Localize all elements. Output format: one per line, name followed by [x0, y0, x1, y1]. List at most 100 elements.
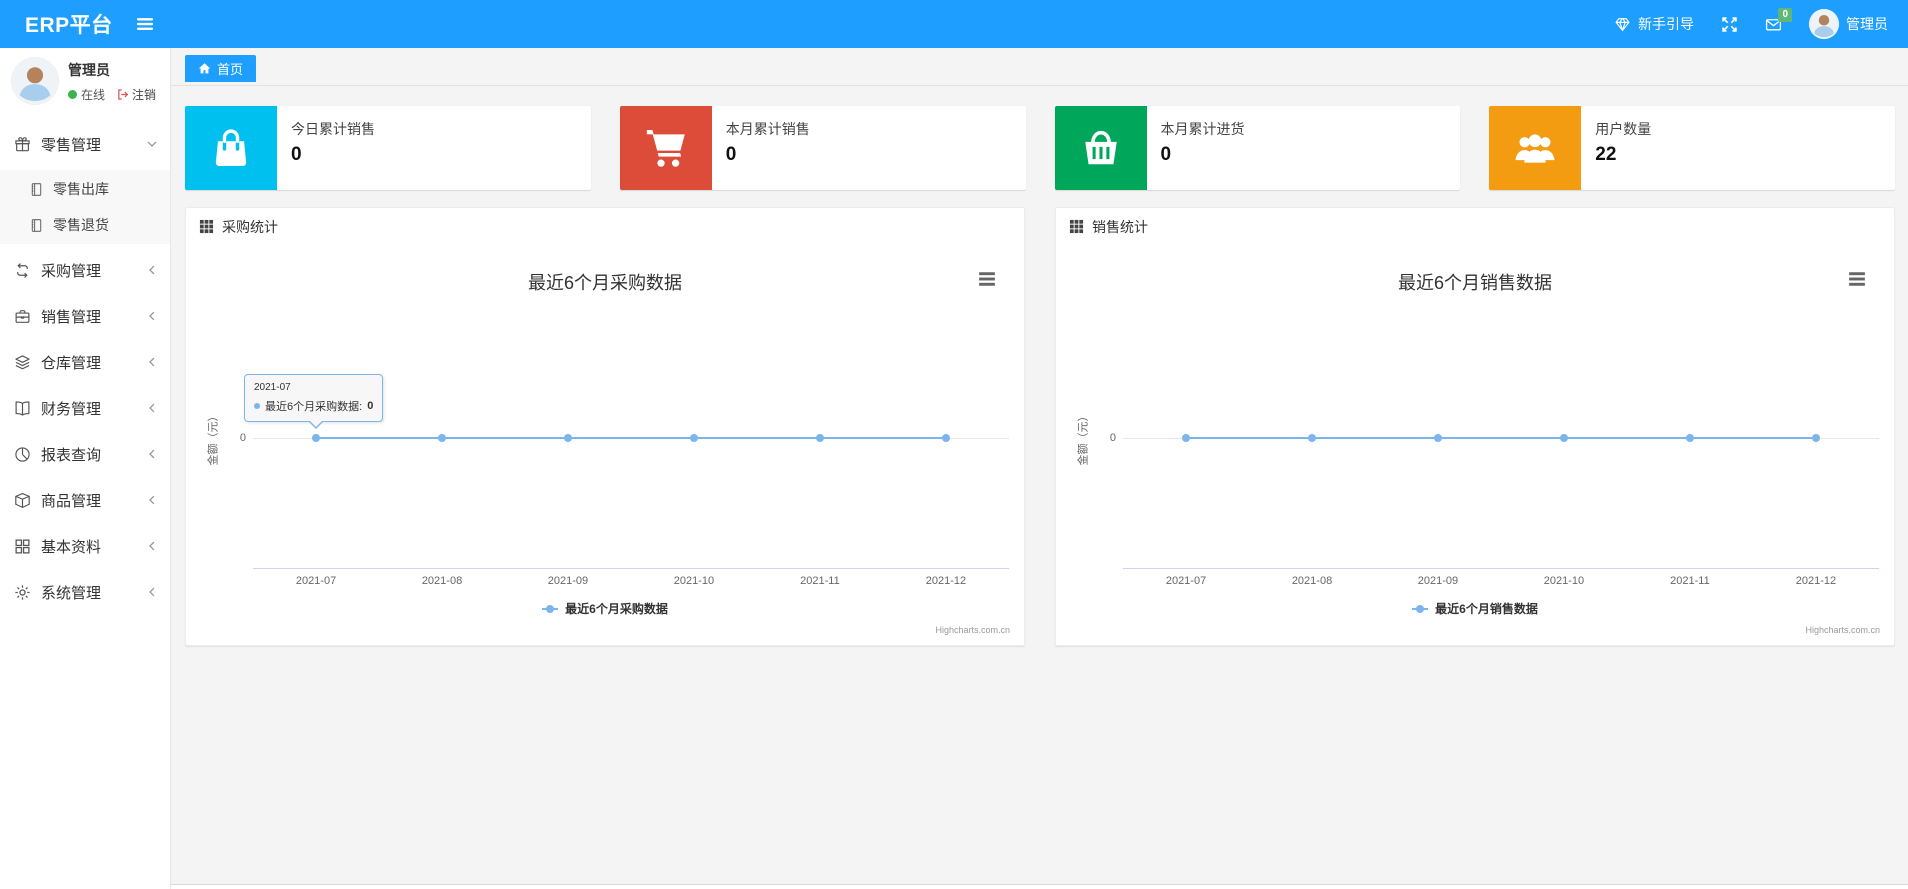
chart-credits[interactable]: Highcharts.com.cn	[935, 625, 1010, 635]
x-axis-line	[1123, 568, 1879, 569]
y-axis-tick: 0	[239, 432, 246, 444]
pie-chart-icon	[14, 446, 31, 463]
data-point-marker[interactable]	[438, 434, 446, 442]
data-point-marker[interactable]	[1685, 434, 1694, 442]
sidebar-submenu: 零售出库 零售退货	[0, 170, 170, 244]
tab-home[interactable]: 首页	[185, 55, 257, 82]
user-menu[interactable]: 管理员	[1809, 9, 1888, 39]
sidebar-subitem-label: 零售出库	[53, 181, 109, 197]
page-content: 今日累计销售 0 本月累计销售 0 本月累计进货 0 用户数量 22 采购统计 最近6个月采购数…	[171, 86, 1908, 646]
stat-card-label: 今日累计销售	[291, 121, 375, 137]
stat-card-value: 0	[725, 144, 737, 165]
sidebar-toggle-icon[interactable]	[135, 14, 155, 34]
tooltip-series-dot	[254, 403, 260, 409]
data-point-marker[interactable]	[1308, 434, 1316, 442]
data-point-marker[interactable]	[1811, 434, 1820, 442]
data-point-marker[interactable]	[815, 434, 824, 442]
chart-title: 最近6个月销售数据	[1397, 273, 1552, 293]
x-axis-label: 2021-09	[547, 575, 589, 587]
chevron-left-icon	[145, 309, 159, 323]
stat-card-value: 22	[1595, 144, 1617, 165]
data-point-marker[interactable]	[563, 434, 572, 442]
sidebar-item-3[interactable]: 仓库管理	[0, 342, 170, 382]
data-point-marker[interactable]	[941, 434, 950, 442]
sidebar-item-1[interactable]: 采购管理	[0, 250, 170, 290]
chart-legend[interactable]: 最近6个月销售数据	[1056, 600, 1894, 617]
stat-card-label: 本月累计进货	[1160, 121, 1245, 137]
person-icon	[12, 58, 58, 104]
x-axis-label: 2021-07	[295, 575, 337, 587]
series-line	[316, 437, 946, 439]
sidebar-item-0[interactable]: 零售管理	[0, 124, 170, 164]
users-icon	[1512, 125, 1558, 171]
chart-title: 最近6个月采购数据	[527, 273, 682, 293]
sidebar-subitem-label: 零售退货	[53, 217, 109, 233]
messages-button[interactable]: 0	[1765, 7, 1792, 33]
sidebar-item-7[interactable]: 基本资料	[0, 526, 170, 566]
chevron-left-icon	[145, 447, 159, 461]
stat-card-icon-box	[619, 106, 712, 190]
chart-panels-row: 采购统计 最近6个月采购数据 金额（元） 0 2021-07 2021-08 2021-09…	[185, 207, 1895, 646]
logout-button[interactable]: 注销	[116, 86, 156, 103]
x-axis-label: 2021-08	[421, 575, 463, 587]
stat-card-body: 本月累计进货 0	[1147, 106, 1259, 190]
y-axis-tick: 0	[1109, 432, 1116, 444]
sidebar-subitem-0-1[interactable]: 零售退货	[0, 207, 170, 243]
navbar-user-name: 管理员	[1846, 16, 1888, 32]
tooltip-series-label: 最近6个月采购数据:	[265, 401, 363, 413]
legend-marker	[1412, 604, 1429, 613]
sidebar-item-6[interactable]: 商品管理	[0, 480, 170, 520]
tab-home-label: 首页	[217, 62, 244, 77]
book-open-icon	[14, 400, 31, 417]
sidebar-item-label: 采购管理	[41, 262, 102, 280]
sidebar-item-8[interactable]: 系统管理	[0, 572, 170, 612]
chart-credits[interactable]: Highcharts.com.cn	[1805, 625, 1880, 635]
data-point-marker[interactable]	[1182, 434, 1191, 442]
tab-strip: 首页	[171, 48, 1908, 86]
data-point-marker[interactable]	[689, 434, 698, 442]
stat-cards-row: 今日累计销售 0 本月累计销售 0 本月累计进货 0 用户数量 22	[185, 106, 1895, 190]
sidebar-item-label: 商品管理	[41, 492, 102, 510]
chevron-left-icon	[145, 585, 159, 599]
sidebar-item-label: 财务管理	[41, 400, 102, 418]
stat-card-1: 本月累计销售 0	[619, 106, 1026, 190]
sidebar-item-4[interactable]: 财务管理	[0, 388, 170, 428]
sidebar-item-2[interactable]: 销售管理	[0, 296, 170, 336]
basket-icon	[1078, 125, 1124, 171]
sidebar-subitem-0-0[interactable]: 零售出库	[0, 171, 170, 207]
guide-button[interactable]: 新手引导	[1614, 14, 1694, 34]
x-axis-label: 2021-07	[1165, 575, 1207, 587]
panel-header: 销售统计	[1056, 208, 1894, 245]
fullscreen-icon	[1721, 16, 1738, 33]
x-axis-label: 2021-10	[1543, 575, 1585, 587]
chart-legend[interactable]: 最近6个月采购数据	[186, 600, 1024, 617]
legend-marker	[542, 604, 559, 613]
sidebar-item-label: 销售管理	[41, 308, 102, 326]
x-axis-label: 2021-12	[925, 575, 967, 587]
sidebar-item-5[interactable]: 报表查询	[0, 434, 170, 474]
line-chart: 最近6个月采购数据 金额（元） 0 2021-07 2021-08 2021-09 2021…	[186, 245, 1024, 645]
chart-context-menu-button[interactable]	[978, 272, 996, 286]
th-icon	[1069, 219, 1084, 234]
chevron-down-icon	[145, 137, 159, 151]
data-point-marker[interactable]	[1433, 434, 1442, 442]
x-axis-label: 2021-11	[1670, 575, 1710, 587]
page-footer	[171, 884, 1908, 889]
stat-card-body: 今日累计销售 0	[277, 106, 389, 190]
repeat-icon	[14, 262, 31, 279]
top-navbar: ERP平台 新手引导 0 管理员	[0, 0, 1908, 48]
chart-context-menu-button[interactable]	[1848, 272, 1866, 286]
chevron-left-icon	[145, 355, 159, 369]
stat-card-body: 本月累计销售 0	[712, 106, 824, 190]
chevron-left-icon	[145, 493, 159, 507]
tooltip-row: 最近6个月采购数据: 0	[254, 398, 373, 414]
navbar-right: 新手引导 0 管理员	[1614, 7, 1908, 39]
chart-panel-0: 采购统计 最近6个月采购数据 金额（元） 0 2021-07 2021-08 2021-09…	[185, 207, 1025, 646]
fullscreen-button[interactable]	[1721, 16, 1738, 33]
stat-card-3: 用户数量 22	[1489, 106, 1895, 190]
data-point-marker[interactable]	[312, 434, 321, 442]
stat-card-value: 0	[1160, 144, 1172, 165]
stat-card-body: 用户数量 22	[1581, 106, 1665, 190]
layers-icon	[14, 354, 31, 371]
data-point-marker[interactable]	[1559, 434, 1568, 442]
